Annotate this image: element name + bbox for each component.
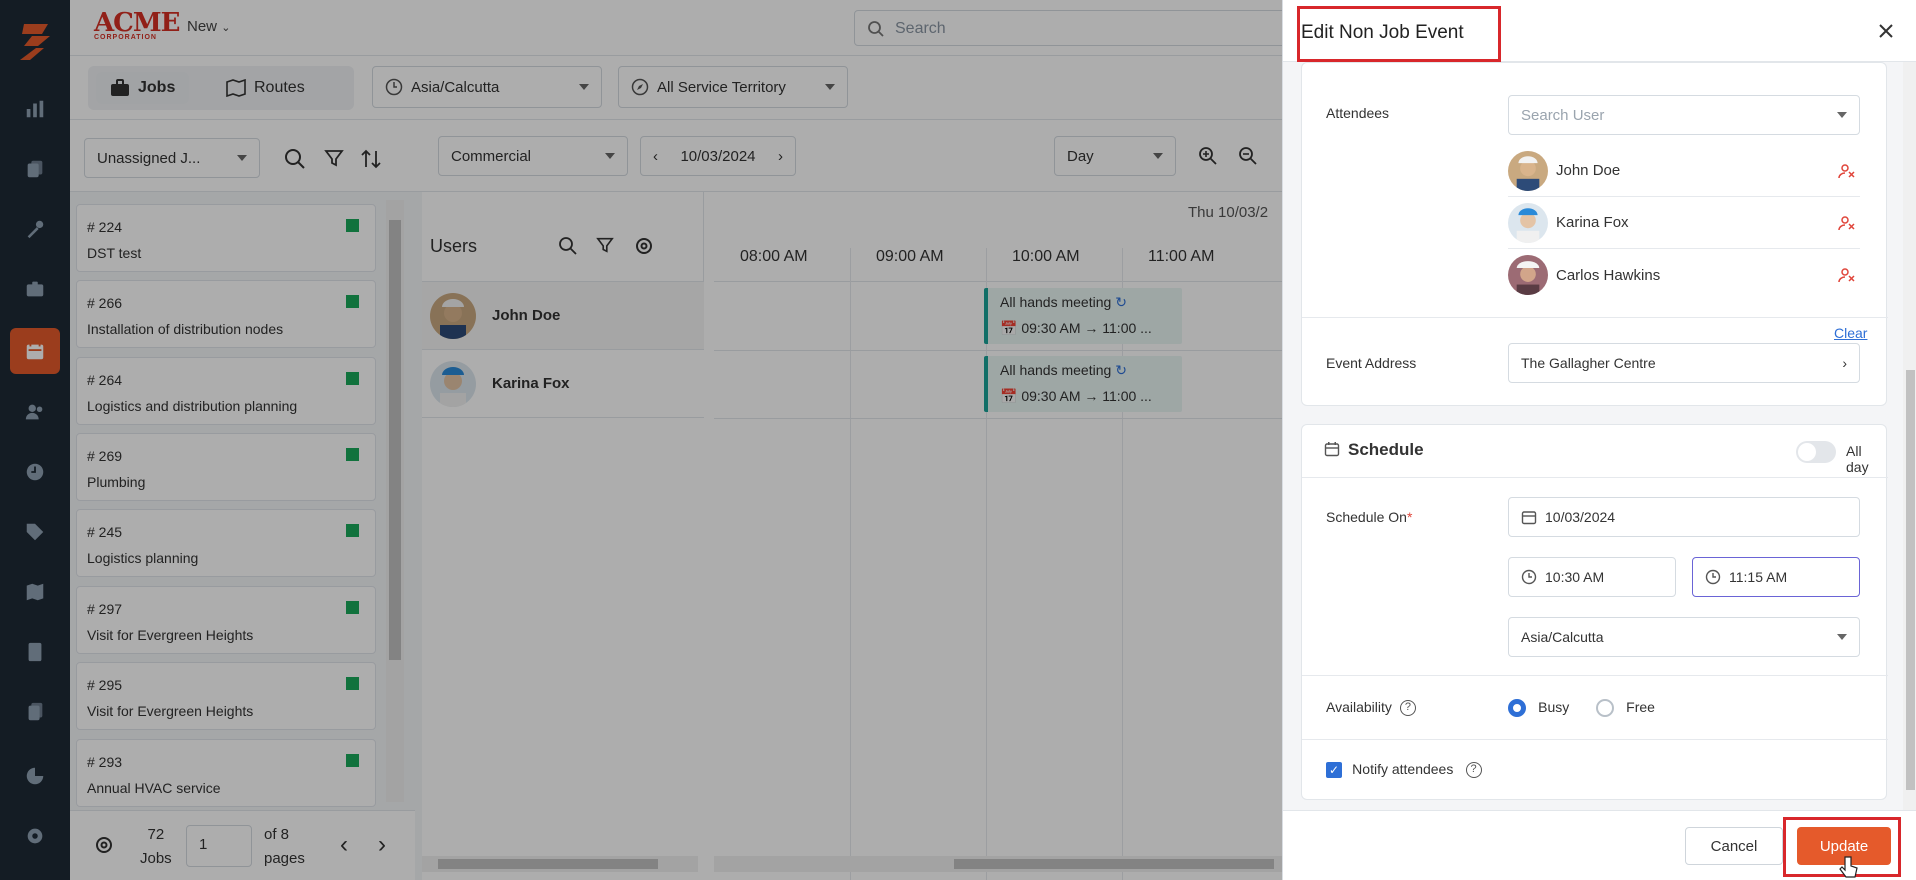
edit-event-drawer: Edit Non Job Event Attendees Search User… xyxy=(1282,0,1916,880)
clock-icon xyxy=(1521,569,1537,585)
cancel-button[interactable]: Cancel xyxy=(1685,827,1783,865)
chevron-down-icon xyxy=(1837,634,1847,640)
start-time-field[interactable]: 10:30 AM xyxy=(1508,557,1676,597)
divider xyxy=(1302,675,1888,676)
clock-icon xyxy=(1705,569,1721,585)
calendar-icon xyxy=(1521,511,1537,525)
schedule-date-field[interactable]: 10/03/2024 xyxy=(1508,497,1860,537)
modal-overlay[interactable] xyxy=(0,0,1282,880)
end-time-field[interactable]: 11:15 AM xyxy=(1692,557,1860,597)
avatar xyxy=(1508,202,1548,243)
divider xyxy=(1302,739,1888,740)
chevron-down-icon xyxy=(1837,112,1847,118)
event-address-field[interactable]: The Gallagher Centre › xyxy=(1508,343,1860,383)
checkbox-checked-icon: ✓ xyxy=(1326,762,1342,779)
busy-radio[interactable]: Busy xyxy=(1508,699,1569,718)
all-day-toggle[interactable] xyxy=(1796,441,1836,463)
attendee-row: Karina Fox xyxy=(1508,197,1860,249)
remove-user-icon[interactable] xyxy=(1838,162,1856,180)
free-radio[interactable]: Free xyxy=(1596,699,1655,718)
drawer-footer: Cancel Update xyxy=(1283,810,1916,880)
avatar xyxy=(1508,150,1548,191)
help-icon[interactable]: ? xyxy=(1465,762,1482,779)
search-user-input[interactable]: Search User xyxy=(1508,95,1860,135)
attendee-row: John Doe xyxy=(1508,145,1860,197)
help-icon[interactable]: ? xyxy=(1399,700,1416,717)
notify-attendees-checkbox[interactable]: ✓ Notify attendees ? xyxy=(1326,761,1482,779)
title-highlight-box xyxy=(1297,6,1501,62)
availability-label: Availability? xyxy=(1326,699,1416,717)
cursor-pointer-icon xyxy=(1839,856,1858,878)
drawer-scrollbar[interactable] xyxy=(1903,62,1916,810)
drawer-header: Edit Non Job Event xyxy=(1283,0,1916,62)
radio-selected-icon xyxy=(1508,699,1526,718)
chevron-right-icon: › xyxy=(1842,355,1847,371)
close-icon[interactable] xyxy=(1877,22,1895,40)
divider xyxy=(1302,477,1888,478)
divider xyxy=(1302,317,1888,318)
remove-user-icon[interactable] xyxy=(1838,214,1856,232)
avatar xyxy=(1508,255,1548,295)
schedule-card: Schedule All day Schedule On* 10/03/2024… xyxy=(1301,424,1888,800)
schedule-timezone-select[interactable]: Asia/Calcutta xyxy=(1508,617,1860,657)
attendees-card: Attendees Search User John Doe Karina Fo… xyxy=(1301,62,1888,406)
radio-empty-icon xyxy=(1596,699,1614,718)
schedule-heading: Schedule xyxy=(1348,440,1424,459)
clear-address-link[interactable]: Clear xyxy=(1834,325,1867,341)
attendee-row: Carlos Hawkins xyxy=(1508,249,1860,301)
schedule-on-label: Schedule On* xyxy=(1326,509,1413,525)
calendar-icon xyxy=(1324,442,1340,457)
remove-user-icon[interactable] xyxy=(1838,266,1856,284)
